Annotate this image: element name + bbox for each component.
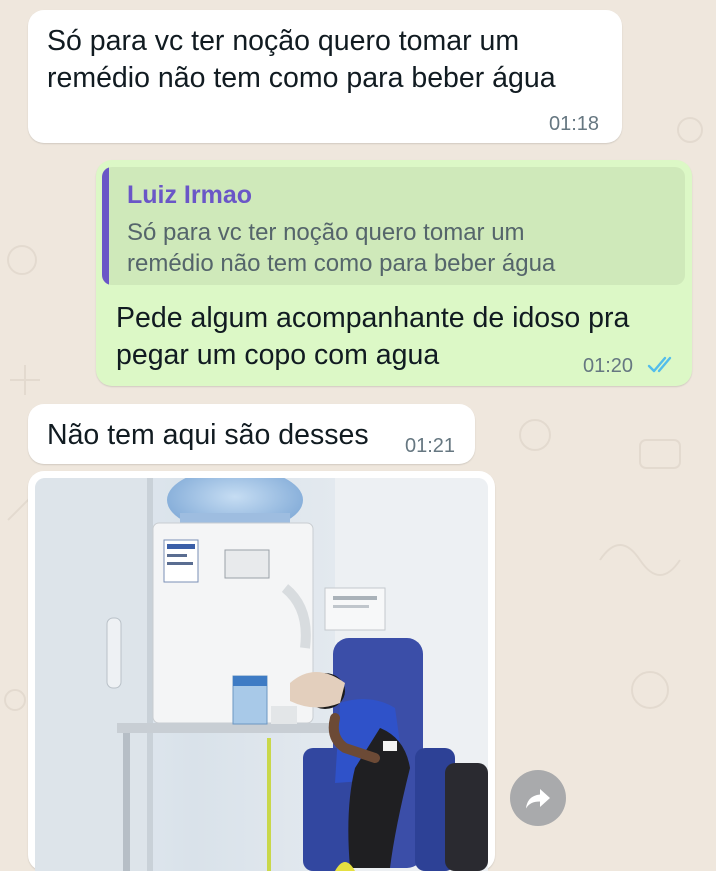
message-timestamp: 01:20 <box>583 355 634 377</box>
quoted-message[interactable]: Luiz Irmao Só para vc ter noção quero to… <box>102 167 685 285</box>
double-check-read-icon <box>647 356 672 373</box>
message-text-line: pegar um copo com agua <box>116 339 440 371</box>
message-text-line: remédio não tem como para beber água <box>47 62 556 94</box>
message-text-line: Só para vc ter noção quero tomar um <box>47 25 520 57</box>
message-text-line: Pede algum acompanhante de idoso pra <box>116 302 630 334</box>
quoted-author: Luiz Irmao <box>127 181 253 209</box>
incoming-message-bubble[interactable]: Não tem aqui são desses 01:21 <box>28 404 475 464</box>
quoted-text-line: remédio não tem como para beber água <box>127 250 556 277</box>
incoming-message-bubble[interactable]: Só para vc ter noção quero tomar um remé… <box>28 10 622 143</box>
hospital-water-dispenser-photo[interactable] <box>35 478 488 871</box>
forward-arrow-icon <box>526 789 550 809</box>
incoming-image-message[interactable] <box>28 471 495 871</box>
message-timestamp: 01:21 <box>405 435 456 457</box>
message-timestamp: 01:18 <box>549 113 600 135</box>
forward-button[interactable] <box>510 770 566 826</box>
message-text: Não tem aqui são desses <box>47 419 369 451</box>
quote-accent-bar <box>102 167 109 285</box>
quoted-text-line: Só para vc ter noção quero tomar um <box>127 219 525 246</box>
